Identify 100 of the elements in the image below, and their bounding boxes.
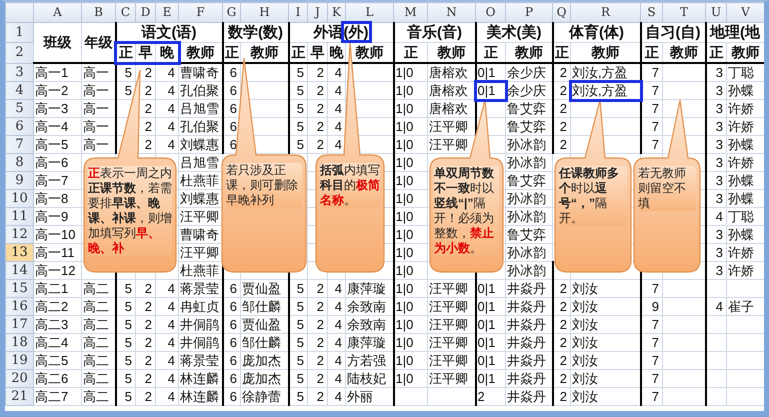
row-header[interactable]: 4	[6, 82, 34, 100]
table-cell: 刘汝	[570, 280, 640, 298]
table-cell: 鲁艾弈	[506, 226, 552, 244]
row-header[interactable]: 18	[6, 334, 34, 352]
column-header[interactable]: D	[136, 2, 156, 22]
row-header[interactable]: 15	[6, 280, 34, 298]
table-cell: 3	[706, 226, 726, 244]
column-header[interactable]: Q	[552, 2, 570, 22]
table-cell: 1|0	[394, 226, 428, 244]
table-cell: 0|1	[476, 63, 506, 82]
table-cell: 许娇	[726, 154, 764, 172]
table-header: 自习(自)	[640, 22, 706, 42]
table-cell: 7	[640, 136, 662, 154]
table-cell: 康萍璇	[346, 334, 394, 352]
table-cell: 7	[640, 63, 662, 82]
table-cell: 刘蝶惠	[178, 136, 222, 154]
table-cell: 高二	[82, 352, 116, 370]
table-cell: 3	[706, 262, 726, 280]
table-cell: 4	[328, 82, 346, 100]
table-cell: 高一	[82, 82, 116, 100]
table-cell: 高一	[82, 63, 116, 82]
row-header[interactable]: 2	[6, 42, 34, 63]
row-header[interactable]: 13	[6, 244, 34, 262]
row-header[interactable]: 3	[6, 63, 34, 82]
column-header[interactable]: G	[222, 2, 240, 22]
table-cell: 蒋景莹	[178, 280, 222, 298]
column-header[interactable]: O	[476, 2, 506, 22]
table-cell: 3	[706, 118, 726, 136]
column-header[interactable]: R	[570, 2, 640, 22]
column-header[interactable]: N	[428, 2, 476, 22]
table-cell: 5	[116, 370, 136, 388]
table-cell: 蒋景莹	[178, 352, 222, 370]
table-cell: 4	[156, 82, 178, 100]
table-cell: 崔子	[726, 298, 764, 316]
column-header[interactable]: B	[82, 2, 116, 22]
table-cell: 2	[308, 352, 328, 370]
row-header[interactable]: 9	[6, 172, 34, 190]
table-cell: 2	[308, 100, 328, 118]
column-header[interactable]: C	[116, 2, 136, 22]
row-header[interactable]: 16	[6, 298, 34, 316]
table-cell: 高一8	[34, 190, 82, 208]
table-cell: 2	[308, 334, 328, 352]
table-cell: 3	[706, 154, 726, 172]
table-cell: 刘汝	[570, 370, 640, 388]
table-cell: 孙冰韵	[506, 154, 552, 172]
row-header[interactable]: 17	[6, 316, 34, 334]
table-cell: 汪平卿	[428, 298, 476, 316]
column-header[interactable]: E	[156, 2, 178, 22]
column-header[interactable]: S	[640, 2, 662, 22]
table-cell: 3	[706, 82, 726, 100]
table-cell: 6	[222, 298, 240, 316]
row-header[interactable]: 19	[6, 352, 34, 370]
table-cell: 孔伯聚	[178, 82, 222, 100]
column-header[interactable]: P	[506, 2, 552, 22]
row-header[interactable]: 8	[6, 154, 34, 172]
table-cell: 孙蝶	[726, 190, 764, 208]
column-header[interactable]: U	[706, 2, 726, 22]
column-header[interactable]: F	[178, 2, 222, 22]
row-header[interactable]: 12	[6, 226, 34, 244]
table-cell: 2	[552, 352, 570, 370]
table-cell: 贾仙盈	[240, 316, 288, 334]
table-header: 早	[136, 42, 156, 63]
row-header[interactable]: 6	[6, 118, 34, 136]
table-cell: 庞加杰	[240, 370, 288, 388]
column-header[interactable]: J	[308, 2, 328, 22]
column-header[interactable]: L	[346, 2, 394, 22]
table-cell: 高二	[82, 388, 116, 406]
table-cell: 6	[222, 334, 240, 352]
row-header[interactable]: 21	[6, 388, 34, 406]
column-header[interactable]: M	[394, 2, 428, 22]
table-cell: 井焱丹	[506, 388, 552, 406]
table-cell: 林连麟	[178, 370, 222, 388]
column-header[interactable]: V	[726, 2, 764, 22]
table-cell: 2	[308, 280, 328, 298]
table-cell: 2	[136, 280, 156, 298]
table-cell: 3	[706, 100, 726, 118]
table-cell: 1|0	[394, 154, 428, 172]
row-header[interactable]: 5	[6, 100, 34, 118]
column-header[interactable]: I	[288, 2, 308, 22]
table-cell: 许娇	[726, 118, 764, 136]
row-header[interactable]: 7	[6, 136, 34, 154]
column-header[interactable]: H	[240, 2, 288, 22]
row-header[interactable]: 14	[6, 262, 34, 280]
table-cell: 4	[706, 208, 726, 226]
row-header[interactable]: 10	[6, 190, 34, 208]
column-header[interactable]: K	[328, 2, 346, 22]
table-cell: 高一	[82, 118, 116, 136]
column-header[interactable]: A	[34, 2, 82, 22]
table-cell: 孙冰韵	[506, 244, 552, 262]
row-header[interactable]: 20	[6, 370, 34, 388]
table-cell: 余致南	[346, 316, 394, 334]
table-cell: 余少庆	[506, 63, 552, 82]
table-cell: 4	[156, 370, 178, 388]
column-header[interactable]: T	[662, 2, 706, 22]
table-cell: 汪平卿	[428, 370, 476, 388]
row-header[interactable]: 1	[6, 22, 34, 42]
table-cell: 5	[288, 388, 308, 406]
row-header[interactable]: 11	[6, 208, 34, 226]
table-header: 地理(地	[706, 22, 764, 42]
table-cell: 高二2	[34, 298, 82, 316]
